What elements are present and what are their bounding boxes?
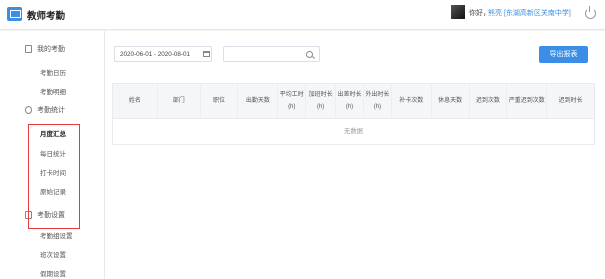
column-header[interactable]: 加班时长(h) [306,84,337,118]
top-header: 教师考勤 你好， 熊亮 [东湖高新区关南中学] [0,0,605,30]
calendar-icon[interactable] [203,51,210,57]
sidebar-item-shift-settings[interactable]: 班次设置 [0,249,105,259]
date-range-picker[interactable]: 2020-06-01 - 2020-08-01 [114,46,212,62]
sidebar-item-attendance-calendar[interactable]: 考勤日历 [0,67,105,77]
column-header[interactable]: 严重迟到次数 [507,84,548,118]
column-header[interactable]: 部门 [158,84,201,118]
column-header[interactable]: 迟到次数 [470,84,508,118]
sidebar-item-holiday-settings[interactable]: 假期设置 [0,268,105,278]
sidebar-group-my-attendance[interactable]: 我的考勤 [0,42,105,56]
column-header[interactable]: 补卡次数 [392,84,432,118]
sidebar: 我的考勤 考勤日历 考勤明细 考勤统计 月度汇总 每日统计 打卡时间 原始记录 … [0,31,105,279]
document-icon [25,45,32,53]
main-content: 2020-06-01 - 2020-08-01 导出报表 姓名 部门 职位 出勤… [105,31,605,279]
export-report-button[interactable]: 导出报表 [539,46,588,63]
table-header-row: 姓名 部门 职位 出勤天数 平均工时(h) 加班时长(h) 出差时长(h) 外出… [112,83,595,119]
sidebar-group-attendance-stats[interactable]: 考勤统计 [0,103,105,117]
column-header[interactable]: 外出时长(h) [364,84,392,118]
column-header[interactable]: 姓名 [113,84,158,118]
clock-icon [25,106,32,114]
column-header[interactable]: 出差时长(h) [336,84,364,118]
sidebar-item-group-settings[interactable]: 考勤组设置 [0,230,105,240]
logout-power-icon[interactable] [585,6,596,19]
column-header[interactable]: 休息天数 [432,84,470,118]
user-name-link[interactable]: 熊亮 [东湖高新区关南中学] [488,8,571,18]
column-header[interactable]: 职位 [201,84,239,118]
search-input[interactable] [223,46,320,62]
app-title: 教师考勤 [27,11,66,22]
column-header[interactable]: 迟到时长 [547,84,594,118]
sidebar-item-attendance-detail[interactable]: 考勤明细 [0,86,105,96]
column-header[interactable]: 平均工时(h) [278,84,307,118]
column-header[interactable]: 出勤天数 [238,84,279,118]
avatar[interactable] [451,5,465,19]
empty-table-message: 无数据 [112,119,595,145]
summary-table: 姓名 部门 职位 出勤天数 平均工时(h) 加班时长(h) 出差时长(h) 外出… [112,83,595,145]
greeting-text: 你好， [469,10,490,17]
app-logo-icon [7,7,22,21]
highlight-box [28,124,80,229]
date-range-value: 2020-06-01 - 2020-08-01 [120,51,191,58]
search-icon[interactable] [306,51,313,58]
